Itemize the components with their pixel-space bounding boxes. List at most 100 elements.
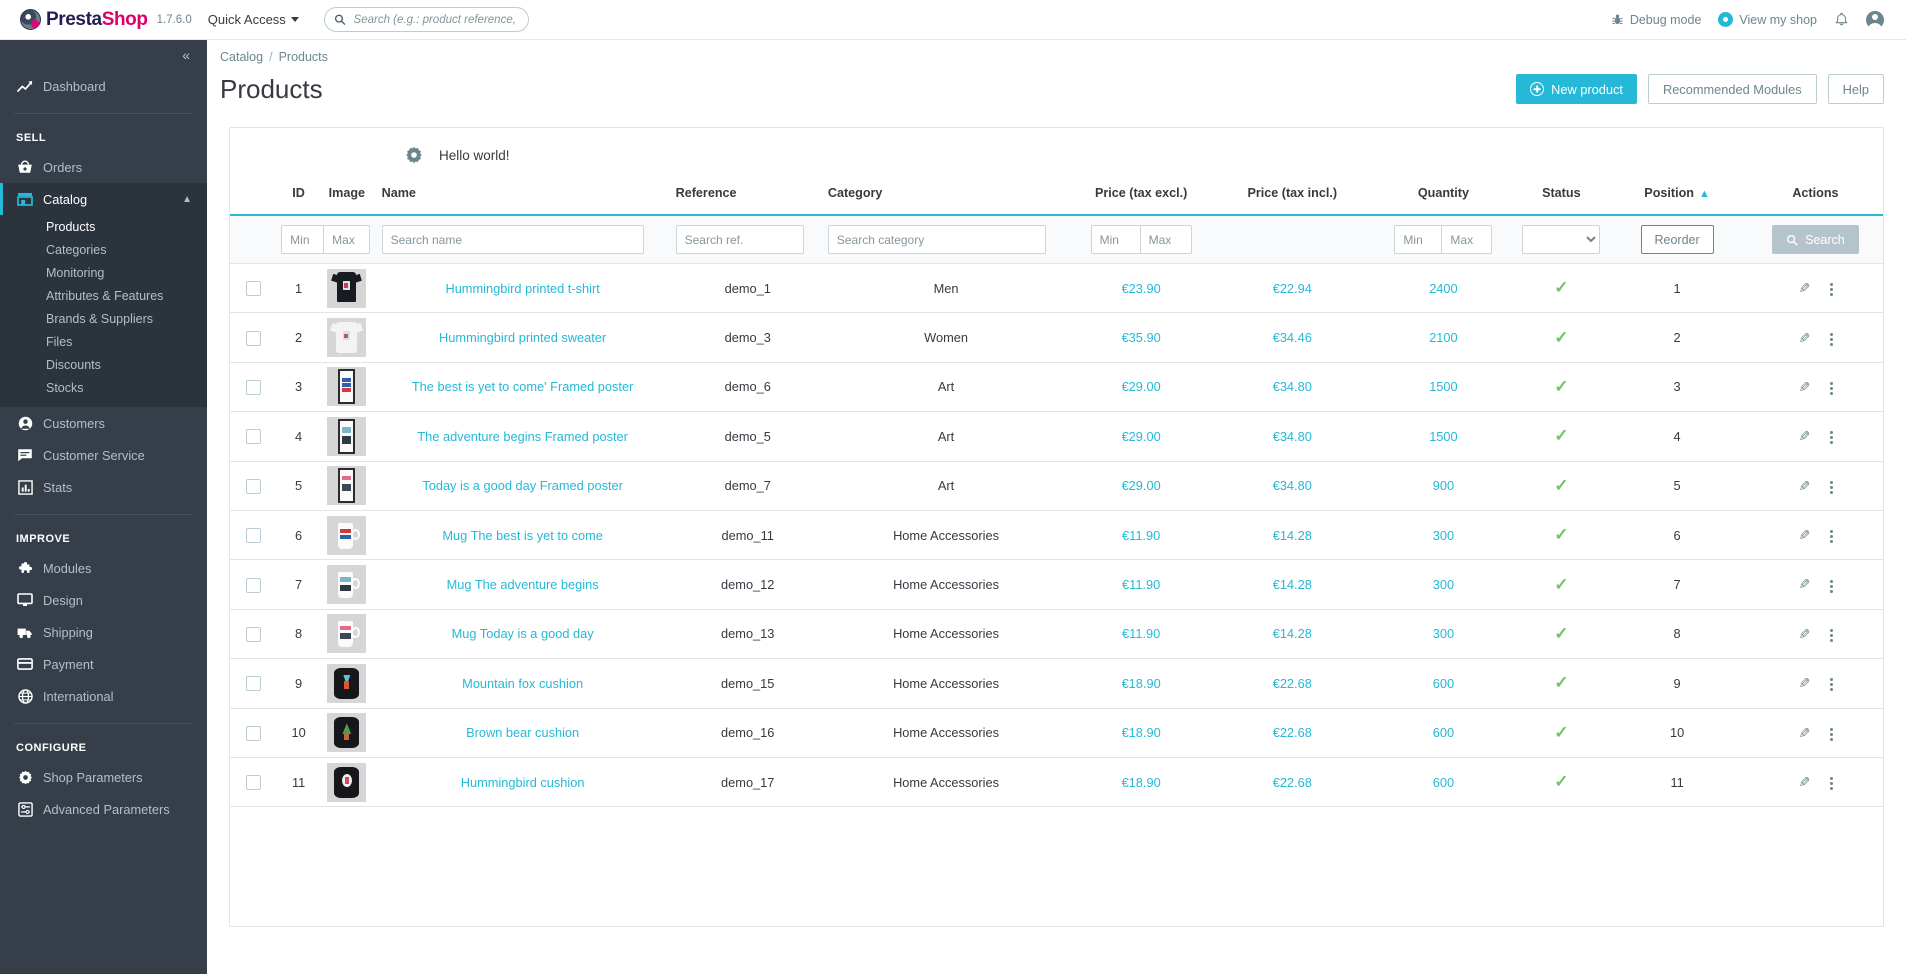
col-header-position[interactable]: Position ▲ xyxy=(1606,178,1748,215)
row-checkbox[interactable] xyxy=(246,528,262,544)
status-enabled-icon[interactable]: ✓ xyxy=(1554,328,1568,347)
table-row[interactable]: 9 Mountain fox cushion demo_15 Home Accesso… xyxy=(230,659,1883,709)
edit-icon[interactable]: ✎ xyxy=(1797,379,1812,395)
breadcrumb-parent[interactable]: Catalog xyxy=(220,50,263,64)
row-checkbox[interactable] xyxy=(246,330,262,346)
table-row[interactable]: 4 The adventure begins Framed poster demo_… xyxy=(230,412,1883,462)
row-menu-icon[interactable] xyxy=(1830,579,1834,593)
edit-icon[interactable]: ✎ xyxy=(1797,478,1812,494)
sidebar-item-monitoring[interactable]: Monitoring xyxy=(0,262,207,285)
product-name-link[interactable]: Today is a good day Framed poster xyxy=(422,478,623,493)
row-menu-icon[interactable] xyxy=(1830,382,1834,396)
reorder-button[interactable]: Reorder xyxy=(1640,225,1714,254)
sidebar-item-payment[interactable]: Payment xyxy=(0,648,207,680)
prestashop-logo[interactable]: PrestaShop 1.7.6.0 xyxy=(20,9,192,31)
sidebar-item-customers[interactable]: Customers xyxy=(0,407,207,439)
sidebar-item-advanced-parameters[interactable]: Advanced Parameters xyxy=(0,793,207,825)
filter-id-min[interactable] xyxy=(281,225,325,254)
table-row[interactable]: 2 Hummingbird printed sweater demo_3 Women €… xyxy=(230,313,1883,363)
edit-icon[interactable]: ✎ xyxy=(1797,725,1812,741)
col-header-id[interactable]: ID xyxy=(277,178,320,215)
sidebar-item-customer-service[interactable]: Customer Service xyxy=(0,439,207,471)
table-row[interactable]: 10 Brown bear cushion demo_16 Home Accessor… xyxy=(230,708,1883,758)
row-menu-icon[interactable] xyxy=(1830,727,1834,741)
filter-id-max[interactable] xyxy=(324,225,371,254)
debug-mode-indicator[interactable]: Debug mode xyxy=(1611,13,1701,27)
filter-status-select[interactable] xyxy=(1522,225,1601,254)
row-checkbox[interactable] xyxy=(246,429,262,445)
product-name-link[interactable]: Hummingbird printed t-shirt xyxy=(445,281,599,296)
status-enabled-icon[interactable]: ✓ xyxy=(1554,772,1568,791)
status-enabled-icon[interactable]: ✓ xyxy=(1554,476,1568,495)
filter-quantity-max[interactable] xyxy=(1442,225,1493,254)
edit-icon[interactable]: ✎ xyxy=(1797,527,1812,543)
product-name-link[interactable]: The adventure begins Framed poster xyxy=(417,429,628,444)
product-name-link[interactable]: Mug The best is yet to come xyxy=(442,528,603,543)
row-checkbox[interactable] xyxy=(246,626,262,642)
row-menu-icon[interactable] xyxy=(1830,777,1834,791)
row-checkbox[interactable] xyxy=(246,725,262,741)
row-checkbox[interactable] xyxy=(246,577,262,593)
table-row[interactable]: 8 Mug Today is a good day demo_13 Home Acce… xyxy=(230,609,1883,659)
filter-category-input[interactable] xyxy=(827,225,1046,254)
row-checkbox[interactable] xyxy=(246,380,262,396)
product-name-link[interactable]: Mug The adventure begins xyxy=(447,577,599,592)
status-enabled-icon[interactable]: ✓ xyxy=(1554,278,1568,297)
filter-reference-input[interactable] xyxy=(675,225,804,254)
sidebar-item-brands-suppliers[interactable]: Brands & Suppliers xyxy=(0,308,207,331)
col-header-category[interactable]: Category xyxy=(824,178,1068,215)
sidebar-item-design[interactable]: Design xyxy=(0,584,207,616)
edit-icon[interactable]: ✎ xyxy=(1797,576,1812,592)
table-row[interactable]: 7 Mug The adventure begins demo_12 Home Acc… xyxy=(230,560,1883,610)
search-filter-button[interactable]: Search xyxy=(1772,225,1859,254)
sidebar-item-shop-parameters[interactable]: Shop Parameters xyxy=(0,761,207,793)
row-menu-icon[interactable] xyxy=(1830,283,1834,297)
product-name-link[interactable]: Mug Today is a good day xyxy=(452,626,594,641)
sidebar-item-files[interactable]: Files xyxy=(0,331,207,354)
col-header-name[interactable]: Name xyxy=(374,178,672,215)
product-name-link[interactable]: Brown bear cushion xyxy=(466,725,579,740)
row-menu-icon[interactable] xyxy=(1830,678,1834,692)
sidebar-item-dashboard[interactable]: Dashboard xyxy=(0,70,207,102)
filter-quantity-min[interactable] xyxy=(1394,225,1443,254)
status-enabled-icon[interactable]: ✓ xyxy=(1554,426,1568,445)
status-enabled-icon[interactable]: ✓ xyxy=(1554,624,1568,643)
edit-icon[interactable]: ✎ xyxy=(1797,774,1812,790)
row-checkbox[interactable] xyxy=(246,281,262,297)
product-name-link[interactable]: The best is yet to come' Framed poster xyxy=(412,379,634,394)
table-row[interactable]: 1 Hummingbird printed t-shirt demo_1 Men €23… xyxy=(230,264,1883,313)
sidebar-collapse-button[interactable]: « xyxy=(0,40,207,70)
filter-price-excl-min[interactable] xyxy=(1090,225,1141,254)
view-my-shop-link[interactable]: View my shop xyxy=(1718,12,1817,27)
status-enabled-icon[interactable]: ✓ xyxy=(1554,723,1568,742)
table-row[interactable]: 11 Hummingbird cushion demo_17 Home Accesso… xyxy=(230,757,1883,807)
sidebar-item-international[interactable]: International xyxy=(0,680,207,712)
edit-icon[interactable]: ✎ xyxy=(1797,330,1812,346)
sidebar-item-categories[interactable]: Categories xyxy=(0,239,207,262)
search-input[interactable] xyxy=(351,12,519,27)
status-enabled-icon[interactable]: ✓ xyxy=(1554,525,1568,544)
new-product-button[interactable]: New product xyxy=(1516,74,1637,104)
table-row[interactable]: 5 Today is a good day Framed poster demo_7… xyxy=(230,461,1883,511)
row-menu-icon[interactable] xyxy=(1830,530,1834,544)
product-name-link[interactable]: Hummingbird printed sweater xyxy=(439,330,606,345)
sidebar-item-catalog[interactable]: Catalog ▲ xyxy=(0,183,207,215)
table-row[interactable]: 6 Mug The best is yet to come demo_11 Home … xyxy=(230,510,1883,560)
product-name-link[interactable]: Mountain fox cushion xyxy=(462,676,583,691)
col-header-price-excl[interactable]: Price (tax excl.) xyxy=(1068,178,1214,215)
sidebar-item-products[interactable]: Products xyxy=(0,216,207,239)
filter-price-excl-max[interactable] xyxy=(1140,225,1192,254)
row-menu-icon[interactable] xyxy=(1830,332,1834,346)
edit-icon[interactable]: ✎ xyxy=(1797,675,1812,691)
row-menu-icon[interactable] xyxy=(1830,431,1834,445)
edit-icon[interactable]: ✎ xyxy=(1797,280,1812,296)
col-header-quantity[interactable]: Quantity xyxy=(1371,178,1517,215)
status-enabled-icon[interactable]: ✓ xyxy=(1554,575,1568,594)
recommended-modules-button[interactable]: Recommended Modules xyxy=(1647,74,1817,104)
sidebar-item-modules[interactable]: Modules xyxy=(0,552,207,584)
sidebar-item-shipping[interactable]: Shipping xyxy=(0,616,207,648)
row-menu-icon[interactable] xyxy=(1830,628,1834,642)
col-header-reference[interactable]: Reference xyxy=(672,178,824,215)
avatar[interactable] xyxy=(1866,10,1884,29)
row-checkbox[interactable] xyxy=(246,775,262,791)
